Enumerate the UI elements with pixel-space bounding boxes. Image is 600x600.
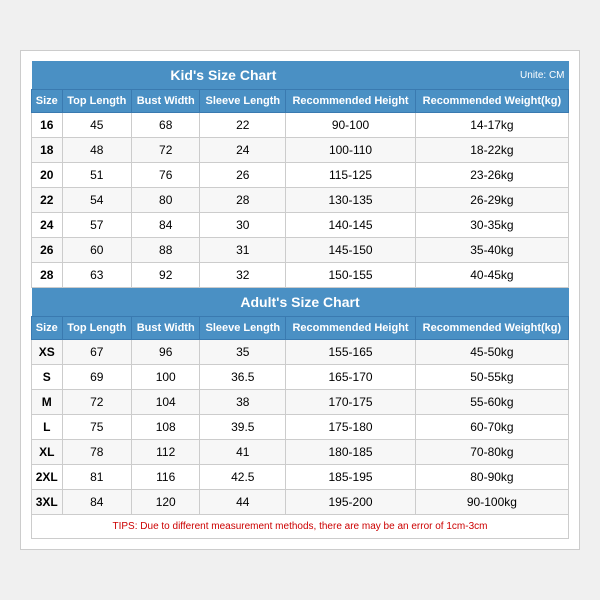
adult-row-l: L 75 108 39.5 175-180 60-70kg [32, 415, 569, 440]
kids-header-bust-width: Bust Width [132, 90, 200, 113]
adult-row-xl: XL 78 112 41 180-185 70-80kg [32, 440, 569, 465]
kids-title: Kid's Size Chart [32, 61, 416, 90]
kids-row-16: 16 45 68 22 90-100 14-17kg [32, 113, 569, 138]
adult-section-header: Adult's Size Chart [32, 288, 569, 317]
adult-col-header: Size Top Length Bust Width Sleeve Length… [32, 317, 569, 340]
adult-row-s: S 69 100 36.5 165-170 50-55kg [32, 365, 569, 390]
adult-title: Adult's Size Chart [32, 288, 569, 317]
kids-table: Kid's Size Chart Unite: CM Size Top Leng… [31, 61, 569, 539]
kids-header-top-length: Top Length [62, 90, 132, 113]
kids-row-18: 18 48 72 24 100-110 18-22kg [32, 138, 569, 163]
kids-row-24: 24 57 84 30 140-145 30-35kg [32, 213, 569, 238]
kids-header-sleeve-length: Sleeve Length [200, 90, 286, 113]
adult-header-top-length: Top Length [62, 317, 132, 340]
kids-header-size: Size [32, 90, 63, 113]
kids-row-20: 20 51 76 26 115-125 23-26kg [32, 163, 569, 188]
tips-row: TIPS: Due to different measurement metho… [32, 515, 569, 539]
kids-col-header: Size Top Length Bust Width Sleeve Length… [32, 90, 569, 113]
kids-unit: Unite: CM [415, 61, 568, 90]
adult-row-2xl: 2XL 81 116 42.5 185-195 80-90kg [32, 465, 569, 490]
kids-row-26: 26 60 88 31 145-150 35-40kg [32, 238, 569, 263]
adult-row-3xl: 3XL 84 120 44 195-200 90-100kg [32, 490, 569, 515]
kids-row-28: 28 63 92 32 150-155 40-45kg [32, 263, 569, 288]
kids-row-22: 22 54 80 28 130-135 26-29kg [32, 188, 569, 213]
adult-header-bust-width: Bust Width [132, 317, 200, 340]
kids-section-header: Kid's Size Chart Unite: CM [32, 61, 569, 90]
adult-row-m: M 72 104 38 170-175 55-60kg [32, 390, 569, 415]
adult-header-sleeve-length: Sleeve Length [200, 317, 286, 340]
kids-header-rec-weight: Recommended Weight(kg) [415, 90, 568, 113]
tips-text: TIPS: Due to different measurement metho… [32, 515, 569, 539]
adult-row-xs: XS 67 96 35 155-165 45-50kg [32, 340, 569, 365]
chart-container: Kid's Size Chart Unite: CM Size Top Leng… [20, 50, 580, 550]
adult-header-size: Size [32, 317, 63, 340]
adult-header-rec-weight: Recommended Weight(kg) [415, 317, 568, 340]
kids-header-rec-height: Recommended Height [286, 90, 416, 113]
adult-header-rec-height: Recommended Height [286, 317, 416, 340]
